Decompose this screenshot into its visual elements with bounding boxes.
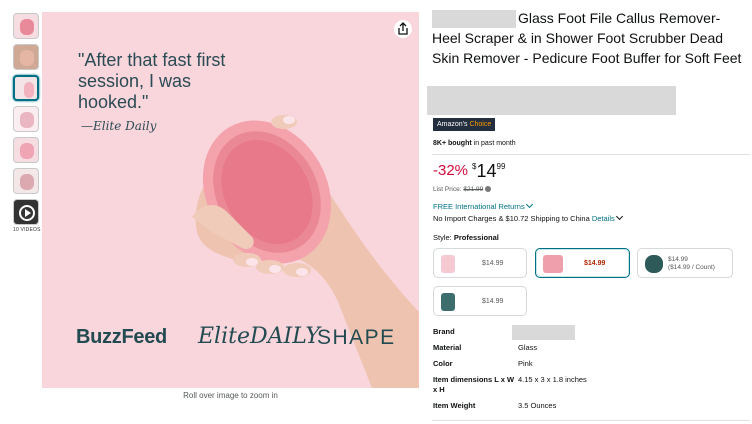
details-link[interactable]: Details xyxy=(592,214,615,223)
style-option-2-selected[interactable]: $14.99 xyxy=(535,248,630,278)
redacted-brand-value xyxy=(512,325,575,340)
bought-period: in past month xyxy=(471,140,516,147)
buzzfeed-logo: BuzzFeed xyxy=(76,326,167,348)
style-option-image xyxy=(543,255,563,273)
thumbnail-4[interactable] xyxy=(13,106,39,132)
price-block: -32% $1499 xyxy=(433,162,505,184)
list-price-label: List Price: xyxy=(433,186,464,193)
international-returns-link[interactable]: FREE International Returns xyxy=(433,200,533,211)
style-label-prefix: Style: xyxy=(433,233,454,242)
bought-count: 8K+ bought xyxy=(433,140,472,147)
product-thumbnail-image xyxy=(20,112,34,128)
share-icon[interactable] xyxy=(394,20,412,38)
thumbnail-2[interactable] xyxy=(13,44,39,70)
videos-count-label: 10 VIDEOS xyxy=(13,227,41,233)
product-thumbnail-image xyxy=(24,82,34,98)
price-fraction: 99 xyxy=(496,162,506,171)
thumbnail-strip: 10 VIDEOS xyxy=(13,13,41,233)
shipping-info: No Import Charges & $10.72 Shipping to C… xyxy=(433,212,623,223)
style-option-unit-price: ($14.99 / Count) xyxy=(668,264,715,271)
thumbnail-3-selected[interactable] xyxy=(13,75,39,101)
style-option-1[interactable]: $14.99 xyxy=(433,248,527,278)
product-title: Glass Foot File Callus Remover-Heel Scra… xyxy=(432,8,748,68)
price-whole: 14 xyxy=(476,161,497,181)
redacted-store-link xyxy=(427,86,676,115)
divider xyxy=(432,154,750,155)
list-price: List Price: $21.99 xyxy=(433,186,492,193)
elite-daily-logo: EliteDAILY xyxy=(198,324,320,349)
play-icon xyxy=(19,205,35,221)
spec-row-weight: Item Weight 3.5 Ounces xyxy=(433,401,733,417)
press-logos: BuzzFeed EliteDAILY SHAPE xyxy=(76,324,396,354)
style-option-price: $14.99 xyxy=(482,260,504,267)
discount-percent: -32% xyxy=(433,162,469,179)
spec-key: Item dimensions L x W x H xyxy=(433,375,515,394)
style-option-price: $14.99 ($14.99 / Count) xyxy=(668,256,715,272)
shipping-text: No Import Charges & $10.72 Shipping to C… xyxy=(433,214,592,223)
spec-row-dimensions: Item dimensions L x W x H 4.15 x 3 x 1.8… xyxy=(433,375,733,401)
product-specs-table: Brand Material Glass Color Pink Item dim… xyxy=(433,325,733,417)
bought-in-past-month: 8K+ bought in past month xyxy=(433,140,516,147)
shape-logo: SHAPE xyxy=(317,326,396,349)
divider xyxy=(432,420,750,421)
spec-key: Item Weight xyxy=(433,401,476,410)
badge-accent: Choice xyxy=(469,121,492,128)
thumbnail-6[interactable] xyxy=(13,168,39,194)
redacted-store-name xyxy=(432,10,516,29)
spec-row-color: Color Pink xyxy=(433,359,733,375)
zoom-hint: Roll over image to zoom in xyxy=(183,391,278,400)
style-option-price-value: $14.99 xyxy=(668,256,688,263)
style-label: Style: Professional xyxy=(433,233,499,242)
product-thumbnail-image xyxy=(20,19,34,35)
returns-text: FREE International Returns xyxy=(433,202,525,211)
product-thumbnail-image xyxy=(20,174,34,190)
info-icon[interactable] xyxy=(485,186,492,193)
style-option-image xyxy=(645,255,663,273)
thumbnail-5[interactable] xyxy=(13,137,39,163)
style-option-price: $14.99 xyxy=(584,260,606,267)
product-thumbnail-image xyxy=(20,143,34,159)
spec-value: 4.15 x 3 x 1.8 inches xyxy=(518,375,587,384)
spec-value: Glass xyxy=(518,343,538,352)
video-thumbnail[interactable] xyxy=(13,199,39,225)
chevron-down-icon xyxy=(525,200,533,209)
style-option-4[interactable]: $14.99 xyxy=(433,286,527,316)
badge-prefix: Amazon's xyxy=(437,121,468,128)
style-option-3[interactable]: $14.99 ($14.99 / Count) xyxy=(637,248,733,278)
spec-row-material: Material Glass xyxy=(433,343,733,359)
thumbnail-1[interactable] xyxy=(13,13,39,39)
spec-key: Color xyxy=(433,359,453,368)
spec-key: Brand xyxy=(433,327,455,336)
spec-row-brand: Brand xyxy=(433,325,733,343)
list-price-value: $21.99 xyxy=(463,186,484,193)
style-option-image xyxy=(441,293,455,311)
style-option-image xyxy=(441,255,455,273)
spec-value: Pink xyxy=(518,359,533,368)
product-thumbnail-image xyxy=(20,50,34,66)
spec-value: 3.5 Ounces xyxy=(518,401,557,410)
amazons-choice-badge: Amazon's Choice xyxy=(433,118,496,131)
spec-key: Material xyxy=(433,343,462,352)
main-product-image[interactable]: "After that fast first session, I was ho… xyxy=(42,12,419,388)
chevron-down-icon xyxy=(615,212,623,221)
style-option-price: $14.99 xyxy=(482,298,504,305)
style-selected-value: Professional xyxy=(453,233,499,242)
